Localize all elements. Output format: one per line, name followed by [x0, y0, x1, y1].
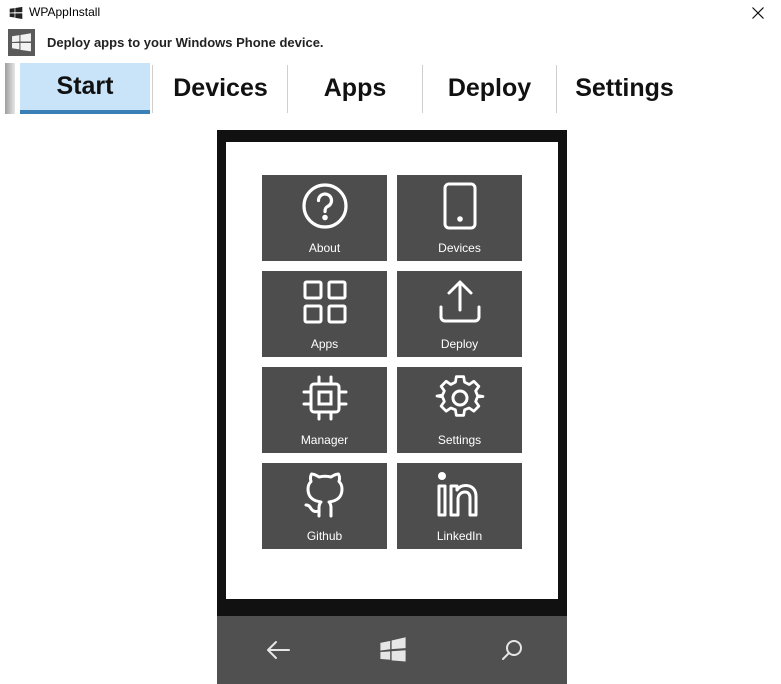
phone-icon	[443, 182, 476, 230]
chip-icon	[302, 375, 347, 421]
home-button[interactable]	[373, 630, 413, 670]
tab-devices[interactable]: Devices	[153, 63, 288, 114]
tab-settings[interactable]: Settings	[557, 63, 692, 114]
title-bar: WPAppInstall	[0, 0, 781, 26]
help-circle-icon	[301, 183, 348, 229]
window-title: WPAppInstall	[29, 5, 101, 19]
tile-settings[interactable]: Settings	[397, 367, 522, 453]
tile-label: Deploy	[440, 337, 479, 351]
tab-bar: Start Devices Apps Deploy Settings	[0, 63, 781, 115]
tile-deploy[interactable]: Deploy	[397, 271, 522, 357]
tile-label: Apps	[310, 337, 339, 351]
windows-logo-icon	[380, 637, 406, 662]
tile-label: Devices	[438, 241, 481, 255]
page-subtitle: Deploy apps to your Windows Phone device…	[47, 35, 324, 50]
search-button[interactable]	[492, 630, 532, 670]
tile-label: Manager	[300, 433, 349, 447]
close-icon	[752, 7, 764, 19]
close-button[interactable]	[735, 0, 781, 26]
tile-about[interactable]: About	[262, 175, 387, 261]
apps-grid-icon	[303, 280, 346, 324]
tab-deploy[interactable]: Deploy	[423, 63, 556, 114]
windows-logo-icon	[9, 6, 23, 19]
phone-nav-bar	[217, 616, 567, 684]
back-button[interactable]	[258, 630, 298, 670]
tile-label: About	[308, 241, 341, 255]
header: Deploy apps to your Windows Phone device…	[0, 28, 781, 58]
windows-logo-icon	[12, 33, 31, 52]
tile-label: Settings	[437, 433, 482, 447]
gear-icon	[435, 375, 484, 417]
tile-devices[interactable]: Devices	[397, 175, 522, 261]
upload-icon	[439, 280, 480, 323]
tile-label: Github	[306, 529, 343, 543]
tab-apps[interactable]: Apps	[288, 63, 422, 114]
back-arrow-icon	[267, 641, 290, 659]
app-icon	[8, 29, 35, 56]
tile-manager[interactable]: Manager	[262, 367, 387, 453]
tab-bar-edge	[5, 63, 15, 114]
tile-linkedin[interactable]: LinkedIn	[397, 463, 522, 549]
tile-apps[interactable]: Apps	[262, 271, 387, 357]
tile-label: LinkedIn	[436, 529, 483, 543]
github-icon	[304, 472, 343, 518]
search-icon	[502, 640, 522, 660]
tab-start[interactable]: Start	[20, 63, 150, 114]
tile-github[interactable]: Github	[262, 463, 387, 549]
linkedin-icon	[437, 472, 477, 517]
